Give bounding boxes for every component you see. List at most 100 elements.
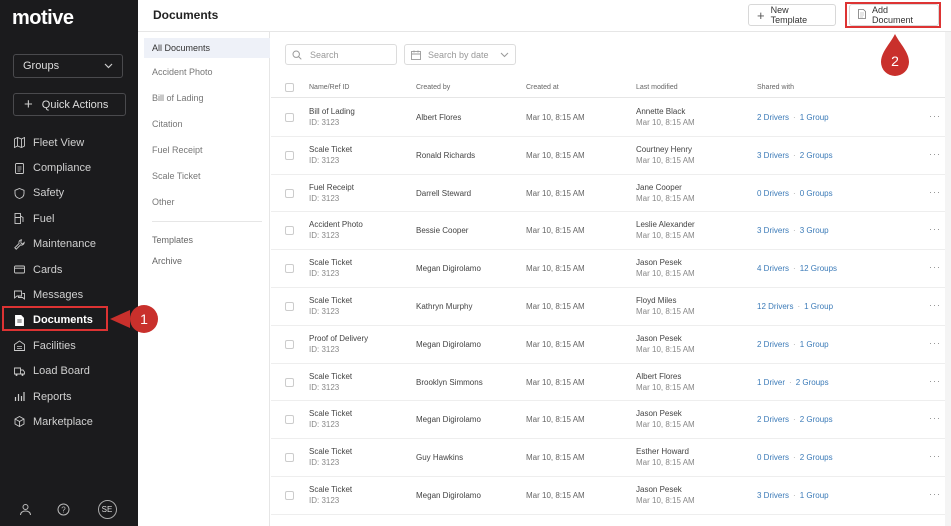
more-options-icon[interactable]: ···	[929, 300, 941, 310]
table-row[interactable]: Scale Ticket ID: 3123 Megan Digirolamo Mar …	[271, 250, 945, 288]
subnav-item-other[interactable]: Other	[144, 192, 270, 212]
document-name[interactable]: Scale Ticket	[309, 485, 352, 494]
more-options-icon[interactable]: ···	[929, 338, 941, 348]
search-input[interactable]: Search	[285, 44, 397, 65]
column-header-created-at[interactable]: Created at	[526, 84, 559, 91]
more-options-icon[interactable]: ···	[929, 451, 941, 461]
user-settings-icon[interactable]	[14, 498, 36, 520]
table-row[interactable]: Proof of Delivery ID: 3123 Megan Digirolam…	[271, 326, 945, 364]
more-options-icon[interactable]: ···	[929, 224, 941, 234]
row-checkbox[interactable]	[285, 302, 294, 311]
table-row[interactable]: Fuel Receipt ID: 3123 Darrell Steward Mar 1…	[271, 175, 945, 213]
table-row[interactable]: Scale Ticket ID: 3123 Megan Digirolamo Mar …	[271, 401, 945, 440]
scrollbar[interactable]	[945, 32, 951, 526]
shared-drivers-link[interactable]: 0 Drivers	[757, 189, 789, 198]
select-all-checkbox[interactable]	[285, 83, 294, 92]
row-checkbox[interactable]	[285, 377, 294, 387]
avatar-button[interactable]: SE	[96, 498, 118, 520]
more-options-icon[interactable]: ···	[929, 413, 941, 423]
shared-groups-link[interactable]: 2 Groups	[800, 151, 833, 160]
more-options-icon[interactable]: ···	[929, 262, 941, 272]
document-name[interactable]: Bill of Lading	[309, 107, 355, 116]
row-checkbox[interactable]	[285, 491, 294, 500]
shared-groups-link[interactable]: 1 Group	[800, 340, 829, 349]
table-row[interactable]: Scale Ticket ID: 3123 Ronald Richards Mar 1…	[271, 137, 945, 175]
subnav-item-archive[interactable]: Archive	[144, 251, 270, 271]
sidebar-item-marketplace[interactable]: Marketplace	[0, 409, 138, 434]
row-checkbox[interactable]	[285, 150, 294, 160]
date-search-select[interactable]: Search by date	[404, 44, 516, 65]
sidebar-item-reports[interactable]: Reports	[0, 384, 138, 409]
sidebar-item-load-board[interactable]: Load Board	[0, 359, 138, 384]
shared-groups-link[interactable]: 2 Groups	[796, 378, 829, 387]
subnav-item-fuel-receipt[interactable]: Fuel Receipt	[144, 140, 270, 160]
shared-drivers-link[interactable]: 12 Drivers	[757, 302, 793, 311]
column-header-name[interactable]: Name/Ref ID	[309, 84, 349, 91]
table-row[interactable]: Accident Photo ID: 3123 Bessie Cooper Mar 1…	[271, 212, 945, 251]
document-name[interactable]: Fuel Receipt	[309, 183, 354, 192]
subnav-item-all-documents[interactable]: All Documents	[144, 38, 270, 58]
shared-drivers-link[interactable]: 2 Drivers	[757, 415, 789, 424]
shared-drivers-link[interactable]: 2 Drivers	[757, 113, 789, 122]
document-name[interactable]: Scale Ticket	[309, 145, 352, 154]
shared-groups-link[interactable]: 1 Group	[800, 491, 829, 500]
more-options-icon[interactable]: ···	[929, 149, 941, 159]
more-options-icon[interactable]: ···	[929, 376, 941, 386]
shared-groups-link[interactable]: 2 Groups	[800, 415, 833, 424]
table-row[interactable]: Bill of Lading ID: 3123 Albert Flores Mar 1…	[271, 99, 945, 137]
new-template-button[interactable]: + New Template	[748, 4, 836, 26]
row-checkbox[interactable]	[285, 415, 294, 425]
sidebar-item-maintenance[interactable]: Maintenance	[0, 232, 138, 257]
shared-drivers-link[interactable]: 4 Drivers	[757, 264, 789, 273]
document-name[interactable]: Scale Ticket	[309, 409, 352, 418]
column-header-last-modified[interactable]: Last modified	[636, 84, 678, 91]
document-name[interactable]: Scale Ticket	[309, 258, 352, 267]
shared-groups-link[interactable]: 12 Groups	[800, 264, 837, 273]
shared-groups-link[interactable]: 3 Group	[800, 226, 829, 235]
table-row[interactable]: Scale Ticket ID: 3123 Kathryn Murphy Mar 10…	[271, 288, 945, 326]
quick-actions-button[interactable]: + Quick Actions	[13, 93, 126, 116]
document-name[interactable]: Scale Ticket	[309, 296, 352, 305]
shared-groups-link[interactable]: 1 Group	[804, 302, 833, 311]
column-header-shared-with[interactable]: Shared with	[757, 84, 794, 91]
more-options-icon[interactable]: ···	[929, 489, 941, 499]
more-options-icon[interactable]: ···	[929, 187, 941, 197]
row-checkbox[interactable]	[285, 339, 294, 349]
shared-drivers-link[interactable]: 0 Drivers	[757, 453, 789, 462]
sidebar-item-fuel[interactable]: Fuel	[0, 206, 138, 231]
sidebar-item-safety[interactable]: Safety	[0, 181, 138, 206]
row-checkbox[interactable]	[285, 113, 294, 122]
help-icon[interactable]: ?	[52, 498, 74, 520]
subnav-item-scale-ticket[interactable]: Scale Ticket	[144, 166, 270, 186]
sidebar-item-cards[interactable]: Cards	[0, 257, 138, 282]
sidebar-item-fleet-view[interactable]: Fleet View	[0, 130, 138, 155]
document-name[interactable]: Proof of Delivery	[309, 334, 368, 343]
subnav-item-templates[interactable]: Templates	[144, 230, 270, 250]
shared-drivers-link[interactable]: 3 Drivers	[757, 491, 789, 500]
table-row[interactable]: Scale Ticket ID: 3123 Guy Hawkins Mar 10, 8…	[271, 439, 945, 477]
sidebar-item-facilities[interactable]: Facilities	[0, 333, 138, 358]
row-checkbox[interactable]	[285, 188, 294, 198]
sidebar-item-compliance[interactable]: Compliance	[0, 155, 138, 180]
shared-drivers-link[interactable]: 3 Drivers	[757, 151, 789, 160]
more-options-icon[interactable]: ···	[929, 111, 941, 121]
row-checkbox[interactable]	[285, 453, 294, 463]
table-row[interactable]: Scale Ticket ID: 3123 Megan Digirolamo Mar …	[271, 477, 945, 515]
shared-groups-link[interactable]: 2 Groups	[800, 453, 833, 462]
subnav-item-bill-of-lading[interactable]: Bill of Lading	[144, 88, 270, 108]
shared-drivers-link[interactable]: 2 Drivers	[757, 340, 789, 349]
subnav-item-citation[interactable]: Citation	[144, 114, 270, 134]
shared-groups-link[interactable]: 0 Groups	[800, 189, 833, 198]
subnav-item-accident-photo[interactable]: Accident Photo	[144, 62, 270, 82]
document-name[interactable]: Accident Photo	[309, 220, 363, 229]
groups-select[interactable]: Groups	[13, 54, 123, 78]
row-checkbox[interactable]	[285, 226, 294, 236]
shared-drivers-link[interactable]: 1 Driver	[757, 378, 785, 387]
document-name[interactable]: Scale Ticket	[309, 372, 352, 381]
table-row[interactable]: Scale Ticket ID: 3123 Brooklyn Simmons Mar …	[271, 364, 945, 402]
shared-drivers-link[interactable]: 3 Drivers	[757, 226, 789, 235]
document-name[interactable]: Scale Ticket	[309, 447, 352, 456]
shared-groups-link[interactable]: 1 Group	[800, 113, 829, 122]
row-checkbox[interactable]	[285, 264, 294, 274]
column-header-created-by[interactable]: Created by	[416, 84, 450, 91]
